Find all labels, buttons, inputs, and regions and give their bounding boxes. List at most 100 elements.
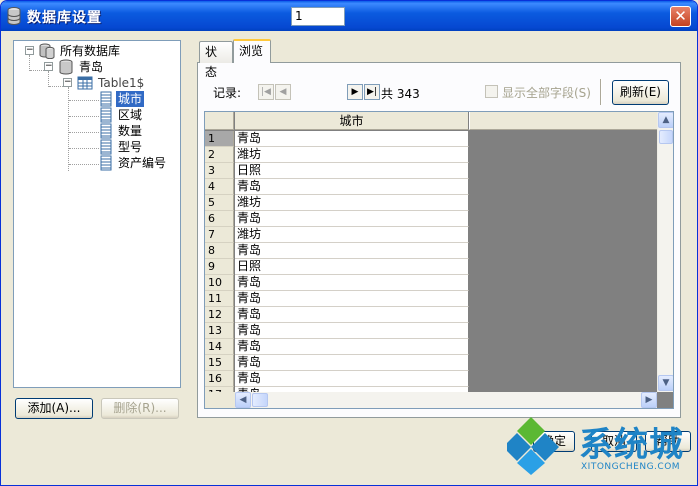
show-all-fields-label: 显示全部字段(S) [502,86,591,100]
table-cell-city[interactable]: 青岛 [235,339,469,355]
row-number[interactable]: 13 [205,323,234,339]
add-button[interactable]: 添加(A)... [15,398,93,419]
table-cell-city[interactable]: 潍坊 [235,147,469,163]
table-cell-city[interactable]: 青岛 [235,179,469,195]
row-number[interactable]: 12 [205,307,234,323]
field-icon [100,155,112,171]
chevron-down-icon: ▼ [662,378,670,388]
vertical-scroll-thumb[interactable] [659,130,673,144]
row-number[interactable]: 10 [205,275,234,291]
last-icon: ▶| [367,87,377,97]
first-record-button[interactable]: |◀ [258,84,274,100]
row-number[interactable]: 8 [205,243,234,259]
databases-icon [39,43,55,59]
table-cell-city[interactable]: 潍坊 [235,227,469,243]
row-number[interactable]: 9 [205,259,234,275]
grid-corner [205,112,234,130]
table-icon [77,76,93,90]
scroll-down-button[interactable]: ▼ [658,375,673,391]
table-cell-city[interactable]: 青岛 [235,307,469,323]
last-record-button[interactable]: ▶| [364,84,380,100]
collapse-icon[interactable]: − [63,78,72,87]
refresh-button[interactable]: 刷新(E) [612,80,669,105]
tree-label: 数量 [118,124,143,138]
row-number[interactable]: 16 [205,371,234,387]
chevron-right-icon: ▶ [645,395,653,405]
database-settings-dialog: 数据库设置 ✕ − 所有数据库 − 青岛 − Table1$ 城市 区域 数量 … [0,0,698,486]
title-bar[interactable]: 数据库设置 ✕ [1,1,697,31]
row-number[interactable]: 4 [205,179,234,195]
scroll-right-button[interactable]: ▶ [641,392,657,408]
tree-label: 资产编号 [118,156,167,170]
column-header-city[interactable]: 城市 [235,112,469,130]
row-number[interactable]: 1 [205,131,234,147]
previous-record-button[interactable]: ◀ [275,84,291,100]
close-button[interactable]: ✕ [670,6,691,27]
table-cell-city[interactable]: 日照 [235,259,469,275]
table-cell-city[interactable]: 青岛 [235,275,469,291]
tree-item-database[interactable]: − 青岛 [14,59,180,75]
table-cell-city[interactable]: 潍坊 [235,195,469,211]
watermark-logo-icon [507,417,559,475]
first-icon: |◀ [261,87,271,97]
record-total: 共 343 [381,87,420,101]
delete-button[interactable]: 删除(R)... [101,398,179,419]
watermark-url: XITONGCHENG.COM [581,462,681,472]
scroll-up-button[interactable]: ▲ [658,112,673,128]
toolbar-separator [600,79,602,105]
tree-label: 区域 [118,108,143,122]
record-number-input[interactable]: 1 [291,7,345,26]
database-tree[interactable]: − 所有数据库 − 青岛 − Table1$ 城市 区域 数量 型号 资产编号 [13,40,181,388]
table-cell-city[interactable]: 日照 [235,163,469,179]
chevron-up-icon: ▲ [662,115,670,125]
row-number[interactable]: 11 [205,291,234,307]
previous-icon: ◀ [279,87,287,97]
row-number[interactable]: 2 [205,147,234,163]
tree-label: 城市 [116,91,145,107]
tree-label: 所有数据库 [60,44,121,58]
empty-column-header [469,112,657,130]
next-record-button[interactable]: ▶ [347,84,363,100]
tree-item-field[interactable]: 型号 [14,139,180,155]
data-grid[interactable]: 城市 1 青岛 2 潍坊 3 日照 4 青岛 5 潍坊 6 青岛 7 潍坊 8 青岛 9 日照 10 青岛 11 青岛 12… [204,111,674,409]
field-icon [100,123,112,139]
row-number[interactable]: 15 [205,355,234,371]
table-cell-city[interactable]: 青岛 [235,131,469,147]
table-cell-city[interactable]: 青岛 [235,371,469,387]
tree-item-field[interactable]: 数量 [14,123,180,139]
table-cell-city[interactable]: 青岛 [235,323,469,339]
database-icon [59,59,73,75]
window-title: 数据库设置 [27,10,102,26]
table-cell-city[interactable]: 青岛 [235,291,469,307]
tree-item-all-databases[interactable]: − 所有数据库 [14,43,180,59]
tree-item-field[interactable]: 城市 [14,91,180,107]
tree-label: 型号 [118,140,143,154]
row-number[interactable]: 3 [205,163,234,179]
tree-label: 青岛 [79,60,104,74]
watermark-text: 系统城 [579,425,684,465]
scroll-left-button[interactable]: ◀ [235,392,251,408]
tree-label: Table1$ [98,76,145,90]
collapse-icon[interactable]: − [25,46,34,55]
show-all-fields-checkbox[interactable] [485,85,498,98]
tree-item-field[interactable]: 资产编号 [14,155,180,171]
row-number[interactable]: 5 [205,195,234,211]
scroll-corner [205,392,235,408]
tab-status[interactable]: 状态 [199,41,233,79]
tab-browse[interactable]: 浏览 [233,39,271,63]
horizontal-scrollbar[interactable]: ◀ ▶ [235,392,657,408]
collapse-icon[interactable]: − [44,62,53,71]
table-cell-city[interactable]: 青岛 [235,211,469,227]
field-icon [100,107,112,123]
row-number[interactable]: 14 [205,339,234,355]
table-cell-city[interactable]: 青岛 [235,355,469,371]
table-cell-city[interactable]: 青岛 [235,243,469,259]
row-number[interactable]: 7 [205,227,234,243]
tree-item-table[interactable]: − Table1$ [14,75,180,91]
chevron-left-icon: ◀ [239,395,247,405]
row-number[interactable]: 6 [205,211,234,227]
vertical-scrollbar[interactable]: ▲ ▼ [657,112,673,392]
close-icon: ✕ [674,7,687,25]
tree-item-field[interactable]: 区域 [14,107,180,123]
horizontal-scroll-thumb[interactable] [252,393,268,407]
